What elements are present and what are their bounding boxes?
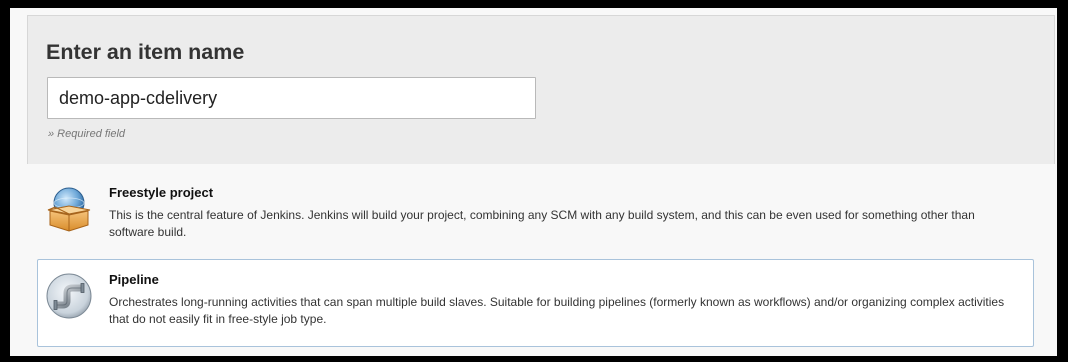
item-type-pipeline[interactable]: Pipeline Orchestrates long-running activ… (37, 259, 1034, 347)
item-name-section: Enter an item name » Required field (27, 15, 1055, 164)
required-field-note: » Required field (48, 128, 126, 140)
item-type-title: Pipeline (109, 272, 159, 287)
item-type-freestyle-project[interactable]: Freestyle project This is the central fe… (37, 170, 1034, 252)
item-type-description: This is the central feature of Jenkins. … (109, 208, 975, 239)
new-item-panel: Enter an item name » Required field (10, 8, 1057, 356)
page-title: Enter an item name (46, 40, 245, 64)
pipeline-pipe-icon (46, 273, 92, 319)
freestyle-box-icon (47, 187, 91, 232)
item-type-description: Orchestrates long-running activities tha… (109, 295, 1005, 326)
item-type-title: Freestyle project (109, 185, 214, 200)
item-name-input[interactable] (47, 77, 536, 119)
